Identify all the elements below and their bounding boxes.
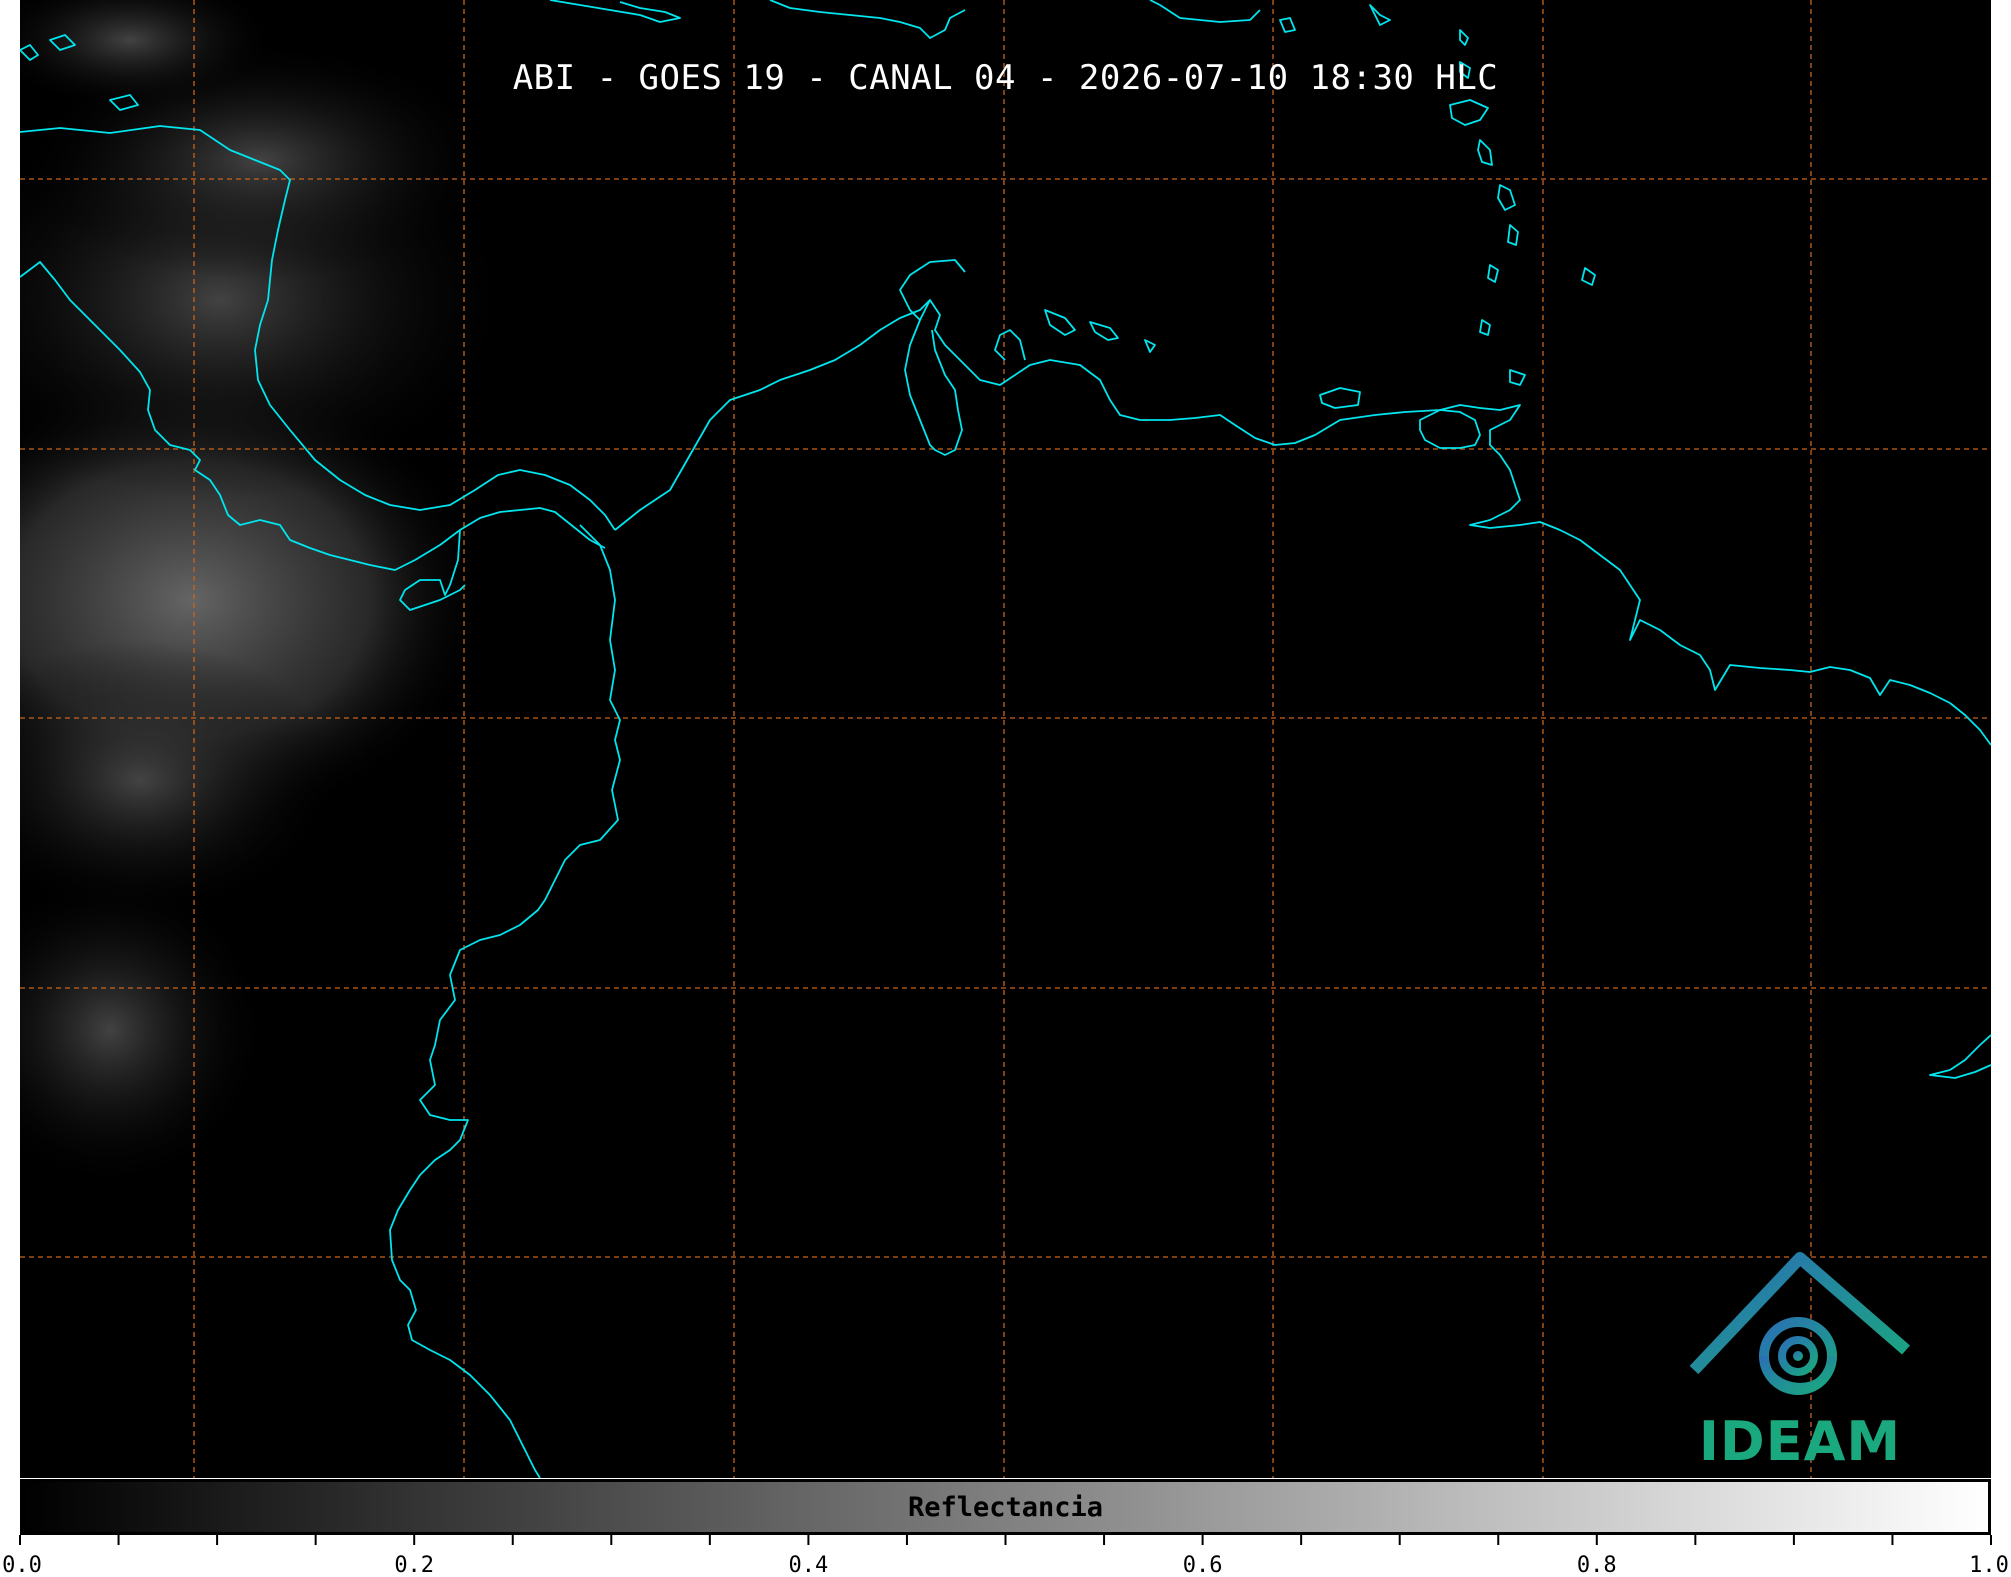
colorbar-tick-label: 0.2 [394, 1553, 435, 1577]
map-title: ABI - GOES 19 - CANAL 04 - 2026-07-10 18… [512, 58, 1499, 98]
ideam-logo-text: IDEAM [1698, 1410, 1902, 1473]
colorbar-tick-label: 0.4 [788, 1553, 829, 1577]
satellite-map: IDEAM [20, 0, 1991, 1478]
ideam-logo-mark [1689, 1252, 1910, 1395]
colorbar-tick-label: 0.8 [1576, 1553, 1617, 1577]
colorbar: Reflectancia [20, 1479, 1991, 1535]
colorbar-tick-label: 1.0 [1969, 1553, 2009, 1577]
colorbar-label: Reflectancia [907, 1492, 1104, 1523]
colorbar-ticks [19, 1535, 1992, 1545]
ideam-logo: IDEAM [1680, 1252, 1920, 1474]
colorbar-tick-label: 0.0 [2, 1553, 42, 1577]
colorbar-tick-label: 0.6 [1182, 1553, 1223, 1577]
figure: IDEAM ABI - GOES 19 - CANAL 04 - 2026-07… [0, 0, 2011, 1577]
